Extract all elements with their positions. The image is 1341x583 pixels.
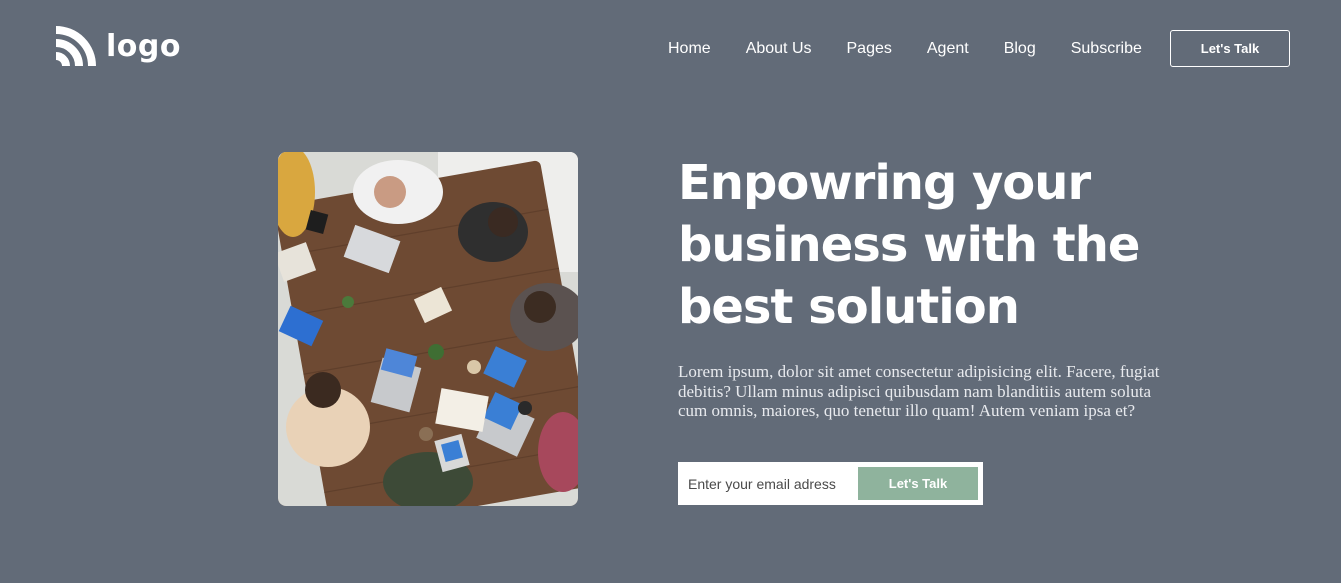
nav-item-agent[interactable]: Agent <box>927 38 969 60</box>
hero-headline: Enpowring your business with the best so… <box>678 155 1140 335</box>
nav-item-home[interactable]: Home <box>668 38 711 60</box>
email-subscribe-form: Let's Talk <box>678 462 983 505</box>
nav-item-about-us[interactable]: About Us <box>746 38 812 60</box>
hero-description: Lorem ipsum, dolor sit amet consectetur … <box>678 362 1160 420</box>
nav-item-blog[interactable]: Blog <box>1004 38 1036 60</box>
rss-feed-icon <box>52 26 96 70</box>
lets-talk-button[interactable]: Let's Talk <box>1170 30 1290 67</box>
nav-item-subscribe[interactable]: Subscribe <box>1071 38 1142 60</box>
logo[interactable]: logo <box>52 26 181 70</box>
logo-text: logo <box>106 29 181 64</box>
main-nav: Home About Us Pages Agent Blog Subscribe <box>668 38 1142 60</box>
hero-image-team-meeting <box>278 152 578 506</box>
email-input[interactable] <box>678 462 856 505</box>
site-header: logo Home About Us Pages Agent Blog Subs… <box>0 0 1341 100</box>
subscribe-lets-talk-button[interactable]: Let's Talk <box>858 467 978 500</box>
nav-item-pages[interactable]: Pages <box>847 38 892 60</box>
